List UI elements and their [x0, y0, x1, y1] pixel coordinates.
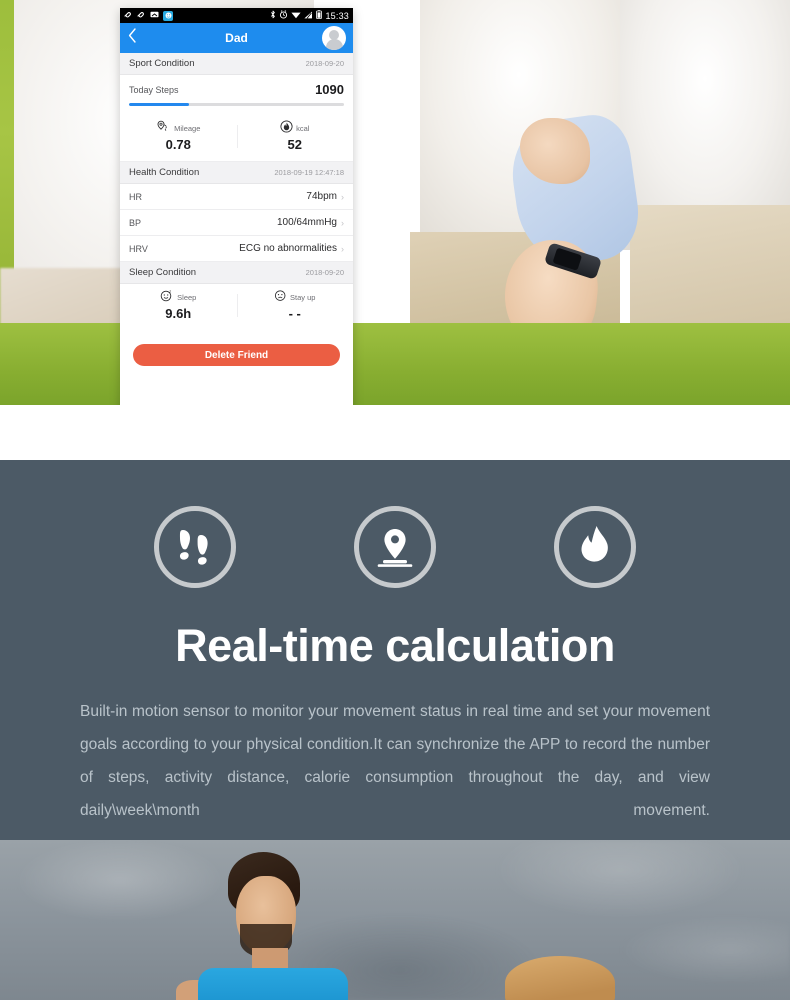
today-steps-value: 1090: [315, 82, 344, 97]
health-row-hrv[interactable]: HRV ECG no abnormalities ›: [120, 236, 353, 262]
hr-value-wrap: 74bpm ›: [306, 191, 344, 202]
health-section-title: Health Condition: [129, 167, 200, 178]
hrv-label: HRV: [129, 243, 148, 254]
watch-face: [552, 247, 583, 271]
feature-section: Real-time calculation Built-in motion se…: [0, 460, 790, 840]
avatar-head: [329, 30, 339, 40]
stat-kcal-label: kcal: [296, 124, 310, 133]
stayup-face-icon: [274, 289, 287, 307]
grass-bottom: [0, 323, 790, 405]
stat-sleep-top: z Sleep: [120, 288, 237, 307]
sleep-face-icon: z: [160, 288, 174, 307]
message-icon: [150, 11, 159, 20]
feature-icons-row: [0, 460, 790, 588]
runner-blue-tank-top: [198, 968, 348, 1000]
stat-sleep-label: Sleep: [177, 293, 197, 302]
health-row-hr[interactable]: HR 74bpm ›: [120, 184, 353, 210]
sport-section-date: 2018-09-20: [305, 59, 344, 68]
bp-value-wrap: 100/64mmHg ›: [277, 217, 344, 228]
avatar-body: [325, 39, 343, 50]
stat-stayup: Stay up - -: [236, 289, 354, 321]
sport-stats: Mileage 0.78 kcal 52: [120, 115, 353, 162]
page-root: 15:33 Dad Sport Condition 2018-09-20 Tod…: [0, 0, 790, 1000]
hr-label: HR: [129, 191, 142, 202]
stat-kcal-top: kcal: [237, 119, 354, 138]
status-time: 15:33: [325, 10, 349, 21]
status-left-icons: [124, 10, 173, 21]
stat-sleep: z Sleep 9.6h: [120, 288, 237, 321]
feature-body-text: Built-in motion sensor to monitor your m…: [80, 703, 710, 819]
alarm-icon: [279, 10, 288, 21]
today-steps-row: Today Steps 1090: [120, 75, 353, 101]
blurred-background: [0, 840, 790, 1000]
sleep-stats: z Sleep 9.6h Stay up - -: [120, 284, 353, 330]
sport-section-title: Sport Condition: [129, 58, 195, 69]
chevron-right-icon: ›: [341, 243, 344, 254]
steps-progress-fill: [129, 103, 190, 106]
bp-value: 100/64mmHg: [276, 217, 337, 228]
signal-icon: [304, 11, 313, 21]
health-section-date: 2018-09-19 12:47:18: [274, 168, 344, 177]
chevron-right-icon: ›: [341, 191, 344, 202]
stat-kcal: kcal 52: [236, 119, 354, 152]
stat-stayup-label: Stay up: [290, 293, 316, 302]
stat-mileage-value: 0.78: [165, 137, 191, 152]
link-icon: [124, 11, 133, 20]
location-pin-icon: [156, 120, 171, 138]
battery-icon: [316, 10, 323, 21]
feature-headline: Real-time calculation: [175, 620, 615, 671]
stat-mileage: Mileage 0.78: [120, 120, 237, 152]
flame-icon: [554, 506, 636, 588]
today-steps-label: Today Steps: [129, 84, 179, 95]
back-button[interactable]: [128, 28, 137, 48]
stat-stayup-value: - -: [288, 306, 301, 321]
sport-section-header: Sport Condition 2018-09-20: [120, 53, 353, 75]
stat-kcal-value: 52: [287, 137, 302, 152]
health-section-header: Health Condition 2018-09-19 12:47:18: [120, 162, 353, 184]
steps-progress-bar: [129, 103, 344, 106]
sleep-section-header: Sleep Condition 2018-09-20: [120, 262, 353, 284]
svg-text:z: z: [169, 289, 171, 294]
steps-progress-wrap: [120, 101, 353, 115]
hero-background: [0, 0, 790, 405]
location-pin-icon: [354, 506, 436, 588]
hero-photo: 15:33 Dad Sport Condition 2018-09-20 Tod…: [0, 0, 790, 405]
flame-icon: [280, 119, 293, 138]
hr-value: 74bpm: [306, 191, 337, 202]
page-title: Dad: [225, 31, 248, 45]
footsteps-icon: [154, 506, 236, 588]
stat-stayup-top: Stay up: [237, 289, 354, 307]
avatar[interactable]: [322, 26, 346, 50]
phone-nav-bar: Dad: [120, 23, 353, 53]
wifi-icon: [291, 11, 302, 21]
stat-sleep-value: 9.6h: [165, 306, 192, 321]
bottom-photo: [0, 840, 790, 1000]
hrv-value: ECG no abnormalities: [239, 243, 337, 254]
health-row-bp[interactable]: BP 100/64mmHg ›: [120, 210, 353, 236]
bp-label: BP: [129, 217, 142, 228]
sleep-section-title: Sleep Condition: [129, 267, 197, 278]
delete-friend-button[interactable]: Delete Friend: [133, 344, 340, 366]
phone-status-bar: 15:33: [120, 8, 353, 23]
link-icon: [137, 11, 146, 20]
stat-mileage-label: Mileage: [174, 124, 201, 133]
sleep-section-date: 2018-09-20: [305, 268, 344, 277]
phone-screenshot: 15:33 Dad Sport Condition 2018-09-20 Tod…: [120, 8, 353, 405]
chevron-right-icon: ›: [341, 217, 344, 228]
app-icon: [163, 10, 173, 21]
hrv-value-wrap: ECG no abnormalities ›: [239, 243, 344, 254]
woman-white-shirt-right: [620, 0, 790, 225]
status-right-icons: 15:33: [270, 10, 349, 21]
stat-mileage-top: Mileage: [120, 120, 237, 138]
bluetooth-icon: [270, 10, 276, 21]
